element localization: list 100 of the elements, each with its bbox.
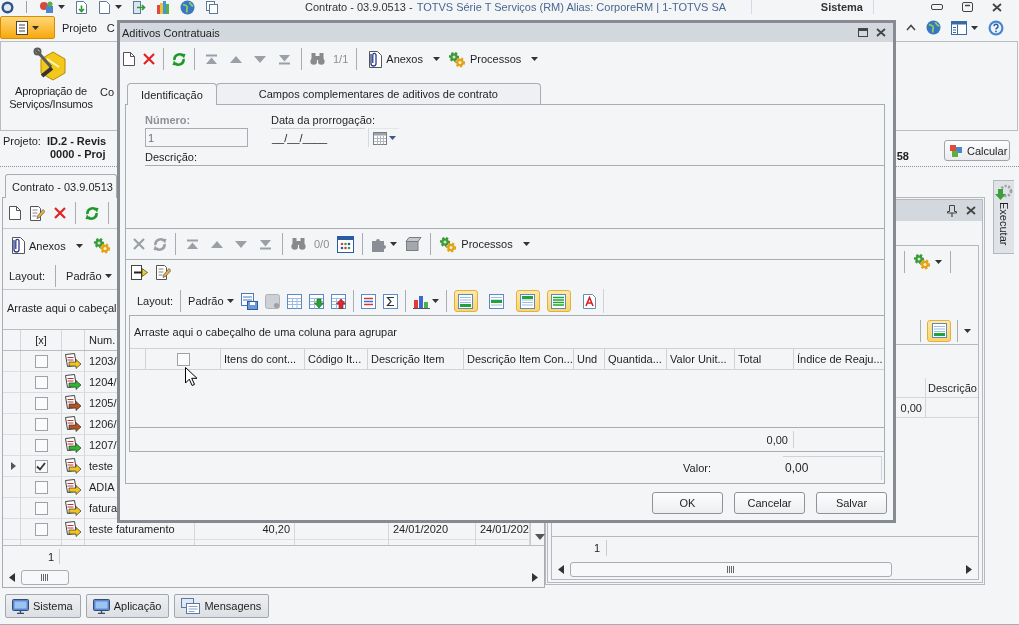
side-tab[interactable]: Executar <box>993 180 1014 254</box>
taskbar-button[interactable]: Sistema <box>5 594 81 618</box>
edit-icon[interactable] <box>30 205 45 221</box>
binoculars-icon[interactable] <box>310 53 325 65</box>
scroll-right-icon[interactable] <box>532 572 538 582</box>
document-download-icon[interactable] <box>75 0 88 14</box>
close-icon[interactable] <box>992 2 1002 12</box>
tab[interactable]: Campos complementares de aditivos de contrato <box>215 83 541 104</box>
column-header[interactable]: Itens do cont... <box>221 349 305 369</box>
scrollbar-thumb[interactable] <box>570 561 892 577</box>
door-arrow-icon[interactable] <box>132 0 146 14</box>
chevron-up-icon[interactable] <box>906 24 916 31</box>
calendar-button[interactable] <box>368 128 399 147</box>
new-document-icon[interactable] <box>123 52 135 66</box>
save-layout-icon[interactable] <box>240 292 258 310</box>
column-header[interactable]: Descrição <box>926 378 978 397</box>
caret-icon[interactable] <box>971 25 978 30</box>
globe-icon[interactable] <box>926 20 941 35</box>
layout-dropdown[interactable]: Padrão <box>66 264 112 287</box>
refresh-icon[interactable] <box>85 205 99 221</box>
help-icon[interactable] <box>988 19 1004 36</box>
checkbox[interactable] <box>34 396 48 410</box>
orb-icon[interactable] <box>1 0 14 14</box>
table-icon[interactable] <box>286 293 302 309</box>
checkbox[interactable] <box>34 522 48 536</box>
column-header[interactable]: Num. <box>89 334 116 346</box>
caret-icon[interactable] <box>964 328 971 333</box>
binoculars-icon[interactable] <box>291 238 306 250</box>
attachments-button[interactable]: Anexos <box>365 48 440 70</box>
column-header[interactable]: Descrição Item Con... <box>464 349 574 369</box>
ribbon-button[interactable]: Co <box>100 86 115 99</box>
view-toggle[interactable] <box>927 319 951 342</box>
view-toggle[interactable] <box>546 290 571 312</box>
layout-dropdown[interactable]: Padrão <box>188 290 234 312</box>
copy-icon[interactable] <box>205 0 219 14</box>
grid-icon[interactable] <box>337 235 355 253</box>
last-record-icon[interactable] <box>259 238 272 250</box>
processes-button[interactable]: Processos <box>439 233 530 255</box>
delete-icon[interactable] <box>54 207 66 219</box>
checkbox[interactable] <box>34 375 48 389</box>
scroll-left-icon[interactable] <box>558 564 564 574</box>
tab[interactable]: Identificação <box>127 83 217 105</box>
table-download-icon[interactable] <box>308 293 324 309</box>
bar-chart-icon[interactable] <box>412 293 430 309</box>
select-all-checkbox[interactable] <box>176 352 190 366</box>
shapes-icon[interactable] <box>39 0 54 14</box>
bar-chart-icon[interactable] <box>156 0 170 14</box>
checkbox[interactable] <box>34 417 48 431</box>
scrollbar-thumb[interactable] <box>21 569 69 585</box>
ribbon-button[interactable]: Apropriação de Serviços/Insumos <box>3 47 99 111</box>
scroll-down-icon[interactable] <box>534 534 545 540</box>
document-icon[interactable] <box>98 0 111 14</box>
last-record-icon[interactable] <box>278 53 291 65</box>
cancel-button[interactable]: Cancelar <box>734 492 805 514</box>
column-header[interactable]: Und <box>574 349 605 369</box>
column-header[interactable]: Valor Unit... <box>667 349 735 369</box>
date-field[interactable]: __/__/____ <box>271 128 365 147</box>
table-upload-icon[interactable] <box>330 293 346 309</box>
window-layout-icon[interactable] <box>951 20 967 35</box>
edit-icon[interactable] <box>156 265 171 280</box>
gears-icon[interactable] <box>92 237 111 254</box>
attachments-button[interactable]: Anexos <box>8 234 83 257</box>
column-header[interactable]: Quantida... <box>605 349 667 369</box>
caret-icon[interactable] <box>935 259 942 264</box>
globe-icon[interactable] <box>180 0 195 15</box>
ribbon-tab[interactable]: Projeto <box>62 21 97 34</box>
column-header[interactable]: [x] <box>35 334 47 346</box>
column-header[interactable]: Índice de Reaju... <box>794 349 884 369</box>
refresh-icon[interactable] <box>172 51 186 67</box>
previous-record-icon[interactable] <box>230 55 242 63</box>
pin-icon[interactable] <box>947 204 957 217</box>
delete-icon[interactable] <box>143 53 155 65</box>
first-record-icon[interactable] <box>205 53 218 65</box>
checkbox[interactable] <box>34 438 48 452</box>
caret-icon[interactable] <box>115 5 122 9</box>
save-button[interactable]: Salvar <box>816 492 887 514</box>
close-icon[interactable] <box>966 206 976 215</box>
taskbar-button[interactable]: Aplicação <box>85 594 170 618</box>
minimize-icon[interactable] <box>931 4 943 10</box>
maximize-icon[interactable] <box>858 28 868 37</box>
caret-icon[interactable] <box>431 299 439 303</box>
scroll-left-icon[interactable] <box>9 572 15 582</box>
lines-icon[interactable] <box>360 293 376 309</box>
checkbox[interactable] <box>34 480 48 494</box>
next-record-icon[interactable] <box>235 240 247 248</box>
calculate-button[interactable]: Calcular <box>944 140 1010 161</box>
blank-tile-icon[interactable] <box>264 293 280 309</box>
checkbox[interactable] <box>34 501 48 515</box>
column-header[interactable]: Código It... <box>305 349 368 369</box>
cube-icon[interactable] <box>405 237 423 251</box>
view-toggle[interactable] <box>515 290 540 312</box>
caret-icon[interactable] <box>58 5 65 9</box>
taskbar-button[interactable]: Mensagens <box>174 594 270 618</box>
document-tab[interactable]: Contrato - 03.9.0513 <box>5 174 117 198</box>
column-header[interactable]: Descrição Item <box>368 349 464 369</box>
sigma-icon[interactable] <box>382 293 398 309</box>
checkbox[interactable] <box>34 354 48 368</box>
column-header[interactable]: Total <box>735 349 794 369</box>
maximize-icon[interactable] <box>962 2 973 12</box>
view-toggle[interactable] <box>453 290 478 312</box>
